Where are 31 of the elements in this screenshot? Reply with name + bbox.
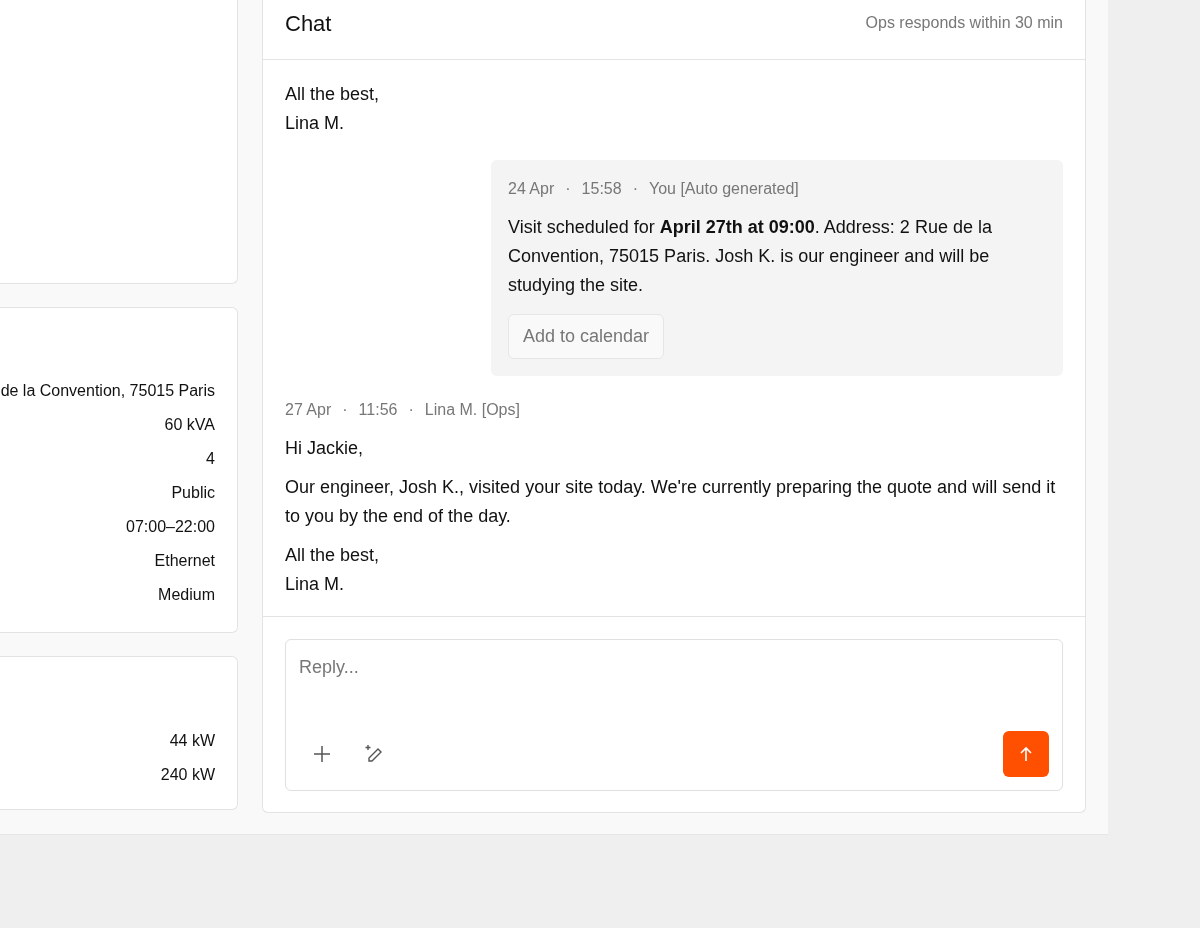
response-time-note: Ops responds within 30 min bbox=[865, 13, 1063, 33]
message-text: All the best, Lina M. bbox=[285, 544, 381, 596]
message-time: 15:58 bbox=[581, 179, 622, 199]
message-text: Hi Jackie, bbox=[285, 437, 365, 460]
message-author: You [Auto generated] bbox=[648, 179, 799, 199]
separator-dot: · bbox=[342, 400, 348, 420]
separator-dot: · bbox=[408, 400, 414, 420]
detail-value: 07:00–22:00 bbox=[126, 517, 215, 537]
reply-field[interactable]: Reply... bbox=[299, 654, 1049, 681]
detail-value: 60 kVA bbox=[164, 415, 215, 435]
detail-value: de la Convention, 75015 Paris bbox=[0, 381, 215, 401]
detail-value: Public bbox=[171, 483, 215, 503]
message-text: All the best, Lina M. bbox=[285, 83, 381, 135]
message-time: 11:56 bbox=[358, 400, 398, 420]
add-to-calendar-button[interactable]: Add to calendar bbox=[508, 314, 665, 359]
detail-value: 44 kW bbox=[169, 731, 215, 751]
send-button[interactable] bbox=[1003, 731, 1049, 777]
plus-icon[interactable] bbox=[313, 745, 331, 763]
chat-title: Chat bbox=[285, 10, 332, 38]
detail-value: 240 kW bbox=[160, 765, 215, 785]
detail-value: Medium bbox=[158, 585, 215, 605]
message-date: 27 Apr bbox=[285, 400, 332, 420]
detail-value: Ethernet bbox=[154, 551, 215, 571]
message-text: Visit scheduled for April 27th at 09:00. Address: 2 Rue de la Convention, 75015 Paris. Josh K. is our engineer and will be studying the site. bbox=[508, 216, 993, 297]
separator-dot: · bbox=[632, 179, 638, 199]
arrow-up-icon bbox=[1018, 746, 1034, 762]
detail-value: 4 bbox=[206, 449, 215, 469]
message-author: Lina M. [Ops] bbox=[424, 400, 520, 420]
separator-dot: · bbox=[565, 179, 571, 199]
message-date: 24 Apr bbox=[508, 179, 555, 199]
message-text: Our engineer, Josh K., visited your site today. We're currently preparing the quote and will send it to you by the end of the day. bbox=[285, 476, 1057, 528]
